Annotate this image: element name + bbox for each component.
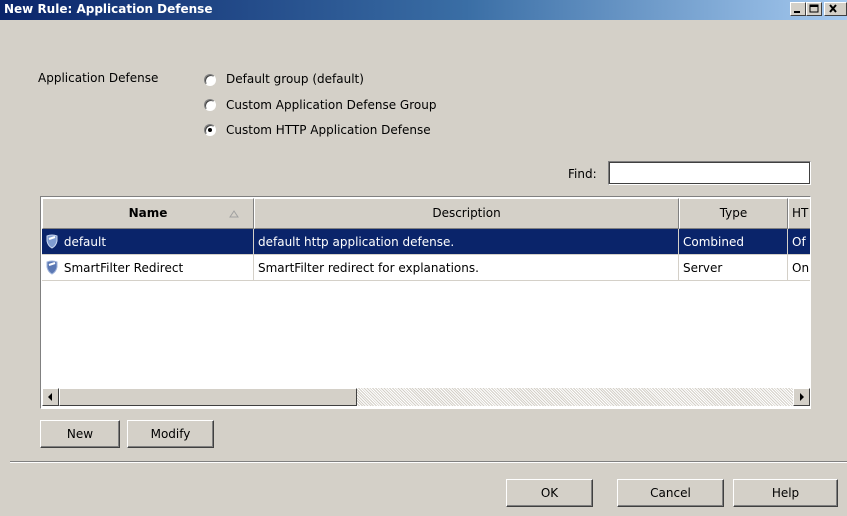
radio-custom-http[interactable] (204, 124, 216, 136)
minimize-button[interactable] (790, 2, 806, 16)
new-button[interactable]: New (40, 420, 120, 448)
scroll-left-button[interactable] (42, 388, 59, 406)
defense-list-body: Name Description Type HT default default… (42, 198, 810, 388)
column-header-name-label: Name (128, 206, 168, 220)
scroll-right-button[interactable] (793, 388, 810, 406)
http-cell: Of (788, 229, 810, 255)
name-cell: default (42, 229, 254, 255)
divider (10, 461, 847, 463)
title-bar: New Rule: Application Defense (0, 0, 847, 20)
close-icon (829, 4, 837, 13)
horizontal-scrollbar[interactable] (42, 388, 810, 406)
shield-icon (46, 260, 58, 275)
radio-custom-group-label[interactable]: Custom Application Defense Group (226, 98, 436, 112)
close-button[interactable] (824, 2, 847, 16)
table-row[interactable]: default default http application defense… (42, 229, 810, 255)
scrollbar-thumb[interactable] (59, 388, 357, 406)
help-button[interactable]: Help (733, 479, 838, 507)
ok-button[interactable]: OK (506, 479, 593, 507)
column-header-http[interactable]: HT (788, 198, 810, 229)
minimize-icon (794, 11, 800, 13)
column-header-name[interactable]: Name (42, 198, 254, 229)
http-cell: On (788, 255, 810, 281)
cancel-button[interactable]: Cancel (617, 479, 724, 507)
radio-selected-dot (208, 128, 212, 132)
name-text: SmartFilter Redirect (63, 261, 184, 275)
radio-default-group[interactable] (204, 74, 216, 86)
app-defense-label: Application Defense (38, 71, 159, 85)
column-header-description[interactable]: Description (254, 198, 679, 229)
modify-button[interactable]: Modify (127, 420, 214, 448)
maximize-icon (809, 4, 819, 13)
name-cell: SmartFilter Redirect (42, 255, 254, 281)
description-cell: SmartFilter redirect for explanations. (254, 255, 679, 281)
shield-icon (46, 234, 58, 249)
type-cell: Server (679, 255, 788, 281)
find-input[interactable] (608, 161, 811, 185)
window-title: New Rule: Application Defense (4, 2, 213, 16)
maximize-button[interactable] (806, 2, 822, 16)
find-label: Find: (568, 167, 597, 181)
type-cell: Combined (679, 229, 788, 255)
defense-list: Name Description Type HT default default… (40, 196, 811, 409)
name-text: default (63, 235, 107, 249)
column-header-type[interactable]: Type (679, 198, 788, 229)
sort-ascending-icon (229, 210, 239, 218)
table-row[interactable]: SmartFilter Redirect SmartFilter redirec… (42, 255, 810, 281)
radio-custom-group[interactable] (204, 99, 216, 111)
arrow-left-icon (48, 393, 52, 401)
arrow-right-icon (800, 393, 804, 401)
radio-default-group-label[interactable]: Default group (default) (226, 72, 364, 86)
radio-custom-http-label[interactable]: Custom HTTP Application Defense (226, 123, 431, 137)
description-cell: default http application defense. (254, 229, 679, 255)
